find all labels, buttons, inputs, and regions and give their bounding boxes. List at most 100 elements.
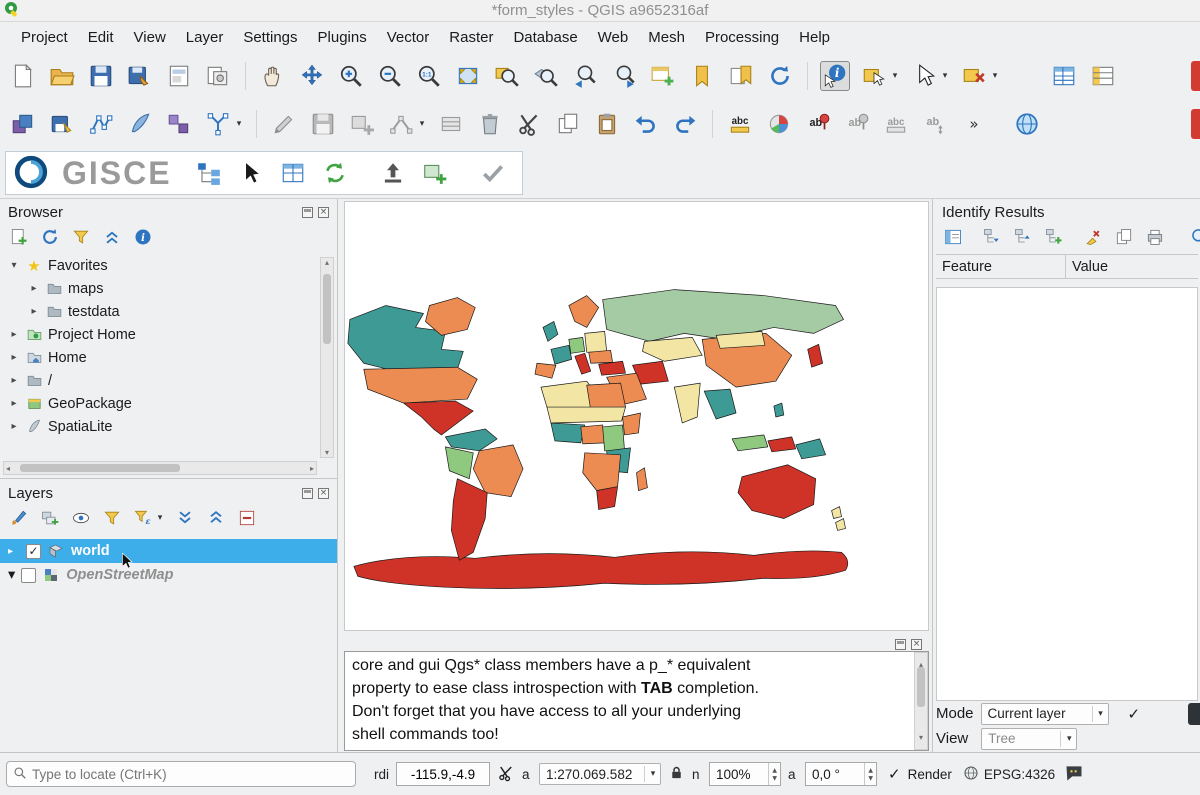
expand-new-results-button[interactable] (1043, 226, 1065, 248)
vertex-digitize-button[interactable] (86, 109, 116, 139)
float-panel-button[interactable] (302, 207, 313, 218)
copy-feature-button[interactable] (1113, 226, 1135, 248)
delete-selected-button[interactable] (475, 109, 505, 139)
browser-properties-button[interactable]: i (132, 226, 154, 248)
menu-web[interactable]: Web (589, 25, 638, 50)
browser-item-project-home[interactable]: ▸ Project Home (0, 323, 337, 346)
map-canvas[interactable] (344, 201, 929, 631)
digitize-blocks-button[interactable] (164, 109, 194, 139)
undo-button[interactable] (631, 109, 661, 139)
column-feature[interactable]: Feature (936, 255, 1066, 278)
new-spatial-bookmark-button[interactable] (687, 61, 717, 91)
select-features-button[interactable] (859, 61, 889, 91)
caret-down-icon[interactable]: ▾ (417, 119, 427, 129)
coordinate-display-toggle[interactable] (497, 764, 515, 785)
identify-extra-check-icon[interactable]: ✓ (1128, 705, 1141, 723)
gisce-add-map-button[interactable] (420, 158, 450, 188)
branch-collapsed-icon[interactable]: ▸ (8, 546, 20, 557)
gisce-validate-button[interactable] (478, 158, 508, 188)
layer-row-world[interactable]: ▸ ✓ world (0, 539, 337, 563)
mode-combobox[interactable]: Current layer ▾ (981, 703, 1109, 725)
change-label-button[interactable]: ab (803, 109, 833, 139)
deselect-features-button[interactable] (959, 61, 989, 91)
collapse-all-button[interactable] (101, 226, 123, 248)
zoom-last-button[interactable] (570, 61, 600, 91)
zoom-next-button[interactable] (609, 61, 639, 91)
clear-results-button[interactable] (1082, 226, 1104, 248)
modify-attributes-button[interactable] (436, 109, 466, 139)
console-scrollbar[interactable]: ▴ ▾ (914, 652, 928, 750)
scrollbar-thumb[interactable] (20, 464, 180, 472)
gisce-sync-button[interactable] (320, 158, 350, 188)
coordinate-input[interactable] (396, 762, 490, 786)
filter-by-expression-button[interactable]: ε (132, 507, 154, 529)
spin-buttons[interactable]: ▲▼ (768, 763, 780, 785)
pan-map-button[interactable] (258, 61, 288, 91)
identify-features-button[interactable]: i (820, 61, 850, 91)
float-panel-button[interactable] (895, 639, 906, 650)
open-attribute-table-button[interactable] (1049, 61, 1079, 91)
highlight-labels-button[interactable]: abc (881, 109, 911, 139)
spin-buttons[interactable]: ▲▼ (864, 763, 876, 785)
layer-row-openstreetmap[interactable]: ▾ OpenStreetMap (0, 563, 337, 587)
filter-browser-button[interactable] (70, 226, 92, 248)
vertex-tool-button[interactable] (386, 109, 416, 139)
menu-view[interactable]: View (125, 25, 175, 50)
close-panel-button[interactable]: × (911, 639, 922, 650)
identify-results-list[interactable] (936, 287, 1198, 701)
save-project-as-button[interactable] (125, 61, 155, 91)
menu-raster[interactable]: Raster (440, 25, 502, 50)
branch-collapsed-icon[interactable]: ▸ (8, 375, 20, 386)
magnifier-spinbox[interactable]: 100% ▲▼ (709, 762, 781, 786)
zoom-in-button[interactable] (336, 61, 366, 91)
render-checkbox[interactable]: ✓ (888, 765, 901, 783)
scroll-left-icon[interactable]: ◂ (6, 464, 10, 473)
locate-box[interactable] (6, 761, 356, 787)
current-edits-button[interactable] (8, 109, 38, 139)
browser-item-root[interactable]: ▸ / (0, 369, 337, 392)
branch-collapsed-icon[interactable]: ▸ (28, 283, 40, 294)
copy-features-button[interactable] (553, 109, 583, 139)
layer-checkbox-openstreetmap[interactable] (21, 568, 36, 583)
branch-expanded-icon[interactable]: ▾ (8, 260, 20, 271)
scale-combobox[interactable]: 1:270.069.582 ▾ (539, 763, 661, 785)
refresh-browser-button[interactable] (39, 226, 61, 248)
float-panel-button[interactable] (302, 488, 313, 499)
save-edits-button[interactable] (308, 109, 338, 139)
browser-item-geopackage[interactable]: ▸ GeoPackage (0, 392, 337, 415)
gisce-upload-button[interactable] (378, 158, 408, 188)
rotation-spinbox[interactable]: 0,0 ° ▲▼ (805, 762, 877, 786)
zoom-out-button[interactable] (375, 61, 405, 91)
pin-labels-button[interactable]: ab (842, 109, 872, 139)
open-layer-styling-button[interactable] (8, 507, 30, 529)
filter-legend-button[interactable] (101, 507, 123, 529)
shape-digitize-button[interactable] (203, 109, 233, 139)
menu-vector[interactable]: Vector (378, 25, 439, 50)
move-label-button[interactable]: ab (920, 109, 950, 139)
menu-settings[interactable]: Settings (234, 25, 306, 50)
pan-to-selection-button[interactable] (297, 61, 327, 91)
add-favorite-button[interactable] (8, 226, 30, 248)
metasearch-button[interactable] (1012, 109, 1042, 139)
zoom-to-layer-button[interactable] (531, 61, 561, 91)
browser-item-maps[interactable]: ▸ maps (0, 277, 337, 300)
browser-item-home[interactable]: ▸ Home (0, 346, 337, 369)
layer-checkbox-world[interactable]: ✓ (26, 544, 41, 559)
processing-toolbox-button[interactable] (1088, 61, 1118, 91)
menu-mesh[interactable]: Mesh (639, 25, 694, 50)
browser-item-favorites[interactable]: ▾ ★ Favorites (0, 254, 337, 277)
add-group-button[interactable] (39, 507, 61, 529)
refresh-map-button[interactable] (765, 61, 795, 91)
caret-down-icon[interactable]: ▾ (155, 513, 165, 523)
caret-down-icon[interactable]: ▾ (940, 71, 950, 81)
collapse-tree-button[interactable] (1012, 226, 1034, 248)
cut-features-button[interactable] (514, 109, 544, 139)
browser-item-spatialite[interactable]: ▸ SpatiaLite (0, 415, 337, 438)
show-spatial-bookmarks-button[interactable] (726, 61, 756, 91)
menu-database[interactable]: Database (504, 25, 586, 50)
identify-settings-button[interactable] (1189, 226, 1200, 248)
locate-input[interactable] (32, 767, 349, 782)
scrollbar-thumb[interactable] (917, 667, 925, 707)
caret-down-icon[interactable]: ▾ (990, 71, 1000, 81)
manage-map-themes-button[interactable] (70, 507, 92, 529)
